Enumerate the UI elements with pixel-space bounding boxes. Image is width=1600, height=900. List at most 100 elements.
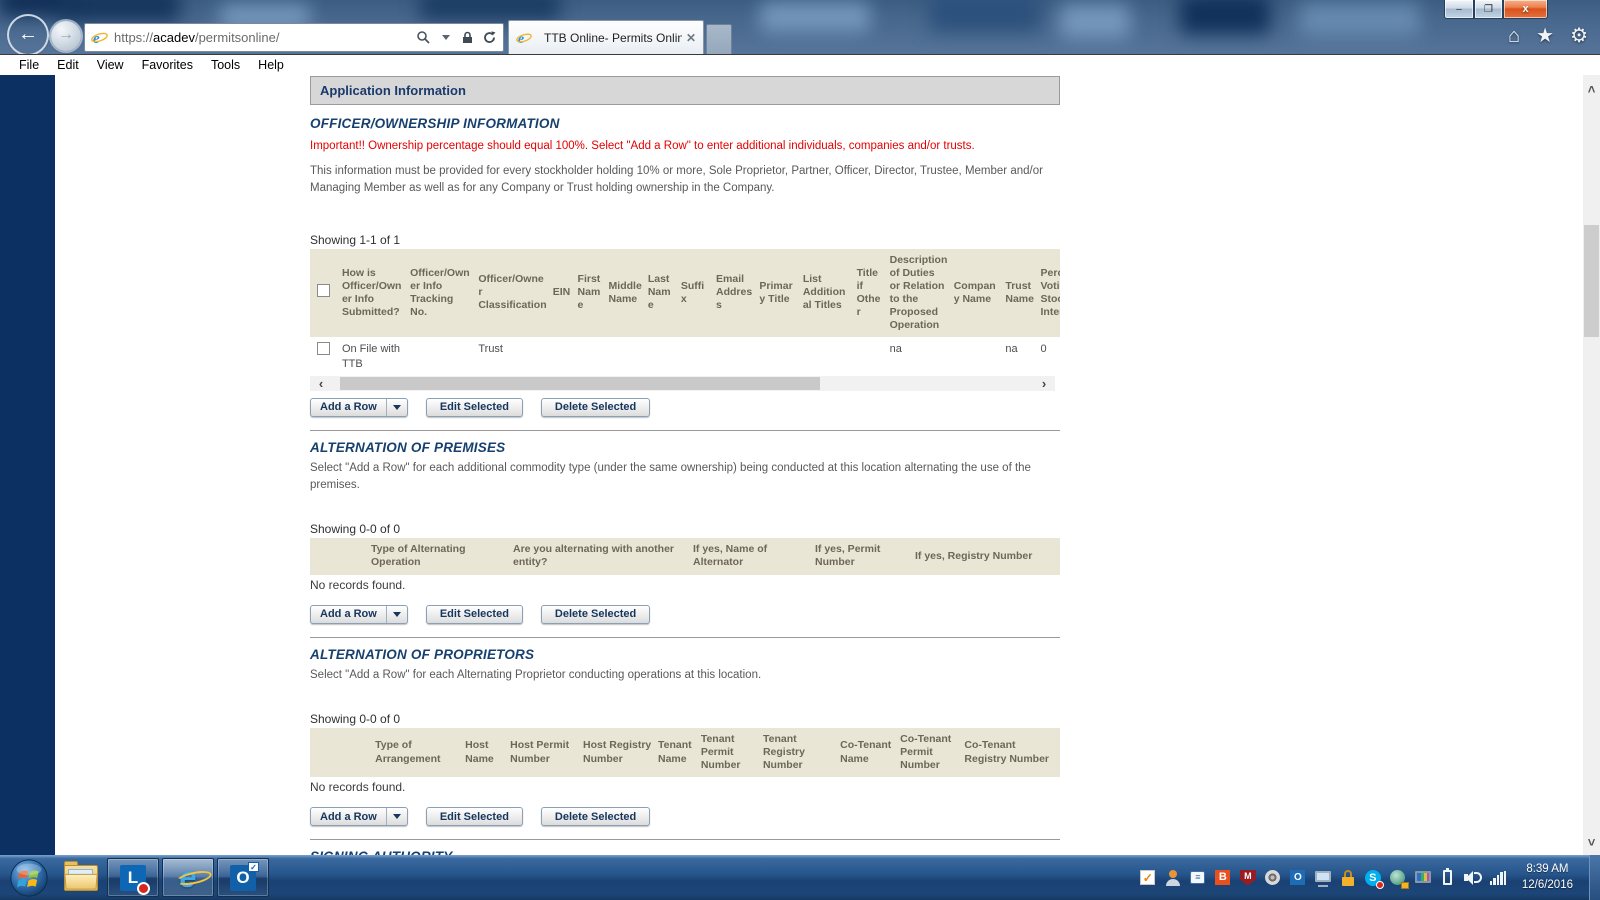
outlook-mini-icon[interactable]: O <box>1289 869 1307 887</box>
column-header: Percent Voting-Stock-Interest <box>1038 249 1060 338</box>
scroll-up-icon[interactable]: ˄ <box>1583 81 1600 98</box>
column-header: Email Address <box>713 249 756 338</box>
column-header: Tenant Permit Number <box>698 728 760 777</box>
menu-file[interactable]: File <box>10 58 48 72</box>
system-tray: ✓ ≡ B M O S 8:39 AM 12/6/2016 <box>1139 862 1589 893</box>
vertical-scrollbar[interactable]: ˄ ˅ <box>1583 75 1600 855</box>
address-dropdown-icon[interactable] <box>438 30 453 45</box>
table-cell: na <box>887 337 951 376</box>
box-b-icon[interactable]: B <box>1214 869 1232 887</box>
scroll-down-icon[interactable]: ˅ <box>1583 834 1600 851</box>
add-row-label: Add a Row <box>311 608 386 620</box>
scroll-left-icon[interactable]: ‹ <box>310 376 332 391</box>
select-all-checkbox[interactable] <box>317 284 330 297</box>
delete-selected-button[interactable]: Delete Selected <box>541 398 650 417</box>
restore-button[interactable]: ❐ <box>1474 0 1503 19</box>
lock-icon[interactable] <box>1339 869 1357 887</box>
select-column-header[interactable] <box>310 249 339 338</box>
search-icon[interactable] <box>416 30 431 45</box>
settings-gear-icon[interactable]: ⚙ <box>1570 26 1588 46</box>
tasks-check-icon[interactable]: ✓ <box>1139 869 1157 887</box>
scroll-right-icon[interactable]: › <box>1033 376 1055 391</box>
explorer-taskbar-icon[interactable] <box>58 858 104 898</box>
section-divider <box>310 839 1060 840</box>
edit-selected-button[interactable]: Edit Selected <box>426 807 523 826</box>
column-header: If yes, Permit Number <box>812 538 912 574</box>
show-desktop-button[interactable] <box>1589 855 1600 900</box>
new-tab-button[interactable] <box>706 24 732 55</box>
ie-favicon: e <box>91 29 108 46</box>
officer-table: How is Officer/Owner Info Submitted?Offi… <box>310 249 1060 376</box>
skype-icon[interactable]: S <box>1364 869 1382 887</box>
outlook-taskbar-button[interactable]: O ✓ <box>217 858 269 897</box>
menu-favorites[interactable]: Favorites <box>133 58 202 72</box>
url-text[interactable]: https://acadev/permitsonline/ <box>114 30 416 45</box>
presence-person-icon[interactable] <box>1164 869 1182 887</box>
add-row-button[interactable]: Add a Row <box>310 807 408 826</box>
column-header: Middle Name <box>606 249 645 338</box>
proprietors-showing-label: Showing 0-0 of 0 <box>310 712 1060 726</box>
menu-help[interactable]: Help <box>249 58 293 72</box>
add-row-label: Add a Row <box>311 401 386 413</box>
refresh-icon[interactable] <box>482 30 497 45</box>
column-header: Type of Alternating Operation <box>368 538 510 574</box>
add-row-dropdown[interactable] <box>386 808 407 825</box>
menu-view[interactable]: View <box>88 58 133 72</box>
add-row-dropdown[interactable] <box>386 399 407 416</box>
column-header: Co-Tenant Permit Number <box>897 728 961 777</box>
delete-selected-button[interactable]: Delete Selected <box>541 605 650 624</box>
table-cell <box>854 337 887 376</box>
table-row: On File with TTBTrustnana0 <box>310 337 1060 376</box>
column-header: First Name <box>575 249 606 338</box>
forward-button[interactable]: → <box>51 21 81 51</box>
add-row-label: Add a Row <box>311 811 386 823</box>
network-signal-icon[interactable] <box>1489 869 1507 887</box>
row-select-cell <box>310 337 339 376</box>
remote-display-icon[interactable] <box>1414 869 1432 887</box>
glass-blob <box>60 0 180 22</box>
add-row-button[interactable]: Add a Row <box>310 398 408 417</box>
delete-selected-button[interactable]: Delete Selected <box>541 807 650 826</box>
home-icon[interactable]: ⌂ <box>1508 26 1520 46</box>
minimize-button[interactable]: – <box>1444 0 1474 19</box>
secure-globe-icon[interactable] <box>1389 869 1407 887</box>
select-column-header <box>310 728 372 777</box>
add-row-button[interactable]: Add a Row <box>310 605 408 624</box>
battery-icon[interactable] <box>1439 869 1457 887</box>
edit-selected-button[interactable]: Edit Selected <box>426 398 523 417</box>
tab-close-icon[interactable]: ✕ <box>686 31 696 45</box>
favorites-star-icon[interactable]: ★ <box>1536 26 1554 46</box>
scrollbar-thumb[interactable] <box>340 377 820 390</box>
chevron-down-icon <box>393 405 401 410</box>
scrollbar-thumb[interactable] <box>1584 225 1599 337</box>
column-header: Host Name <box>462 728 507 777</box>
row-checkbox[interactable] <box>317 342 330 355</box>
taskbar-clock[interactable]: 8:39 AM 12/6/2016 <box>1522 862 1573 893</box>
volume-icon[interactable] <box>1464 869 1482 887</box>
glass-blob <box>0 0 70 16</box>
glass-blob <box>930 0 1040 32</box>
proprietors-description: Select "Add a Row" for each Alternating … <box>310 667 1060 684</box>
ie-taskbar-button[interactable]: e <box>162 858 214 897</box>
column-header: Co-Tenant Registry Number <box>961 728 1060 777</box>
lync-taskbar-button[interactable]: L <box>107 858 159 897</box>
mcafee-shield-icon[interactable]: M <box>1239 869 1257 887</box>
table-cell <box>575 337 606 376</box>
menu-tools[interactable]: Tools <box>202 58 249 72</box>
edit-selected-button[interactable]: Edit Selected <box>426 605 523 624</box>
officer-horizontal-scrollbar[interactable]: ‹ › <box>310 376 1055 391</box>
messenger-icon[interactable]: ≡ <box>1189 869 1207 887</box>
column-header: Host Registry Number <box>580 728 655 777</box>
officer-description: This information must be provided for ev… <box>310 163 1060 198</box>
back-arrow-icon: ← <box>18 24 38 44</box>
back-button[interactable]: ← <box>9 16 47 54</box>
add-row-dropdown[interactable] <box>386 606 407 623</box>
browser-tab[interactable]: e TTB Online- Permits Online... ✕ <box>508 20 704 55</box>
menu-edit[interactable]: Edit <box>48 58 88 72</box>
target-rings-icon[interactable] <box>1264 869 1282 887</box>
address-bar[interactable]: e https://acadev/permitsonline/ <box>84 23 504 52</box>
start-button[interactable] <box>8 857 50 899</box>
close-button[interactable]: x <box>1503 0 1548 19</box>
table-cell <box>756 337 799 376</box>
display-icon[interactable] <box>1314 869 1332 887</box>
